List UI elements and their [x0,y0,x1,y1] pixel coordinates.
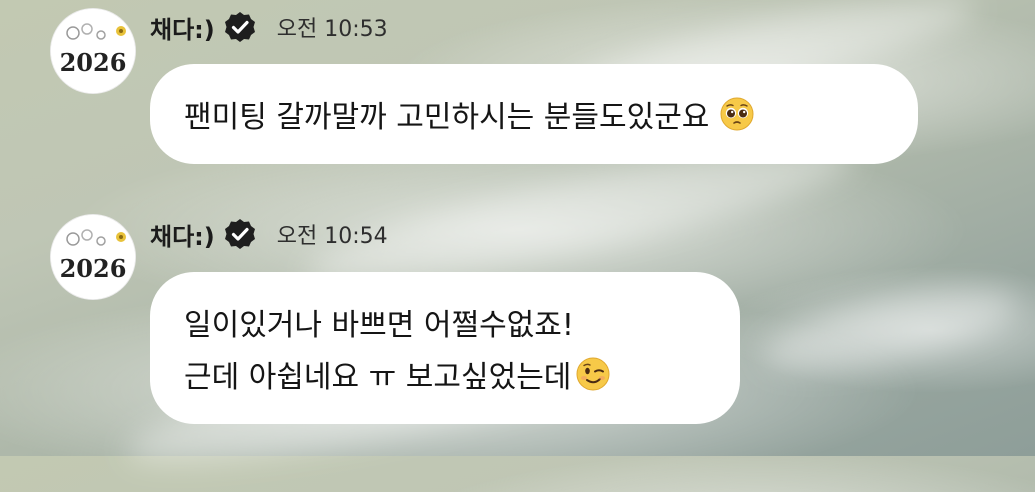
message-text: 일이있거나 바쁘면 어쩔수없죠! [184,308,574,343]
message-line: 근데 아쉽네요 ㅠ 보고싶었는데 [184,352,740,396]
avatar[interactable]: 2026 [50,8,136,94]
verified-badge-icon [223,10,257,44]
message-line: 일이있거나 바쁘면 어쩔수없죠! [184,300,740,344]
timestamp: 오전 10:53 [276,17,388,42]
message-line: 팬미팅 갈까말까 고민하시는 분들도있군요 [184,92,918,136]
avatar-text: 2026 [60,254,127,283]
message-text: 팬미팅 갈까말까 고민하시는 분들도있군요 [184,100,710,135]
avatar-text: 2026 [60,48,127,77]
message-bubble[interactable]: 일이있거나 바쁘면 어쩔수없죠! 근데 아쉽네요 ㅠ 보고싶었는데 [150,272,740,424]
avatar-image: 2026 [51,215,135,299]
message-text: 근데 아쉽네요 ㅠ 보고싶었는데 [184,360,572,395]
winking-face-emoji [575,356,611,392]
pleading-face-emoji [719,96,755,132]
message-bubble[interactable]: 팬미팅 갈까말까 고민하시는 분들도있군요 [150,64,918,164]
message-header: 채다:) 오전 10:54 [150,216,388,252]
cloud-streak [756,273,1024,387]
timestamp: 오전 10:54 [276,224,388,249]
verified-badge-icon [223,217,257,251]
sender-name: 채다:) [150,15,215,44]
sender-name: 채다:) [150,222,215,251]
message-header: 채다:) 오전 10:53 [150,9,388,45]
avatar-image: 2026 [51,9,135,93]
avatar[interactable]: 2026 [50,214,136,300]
